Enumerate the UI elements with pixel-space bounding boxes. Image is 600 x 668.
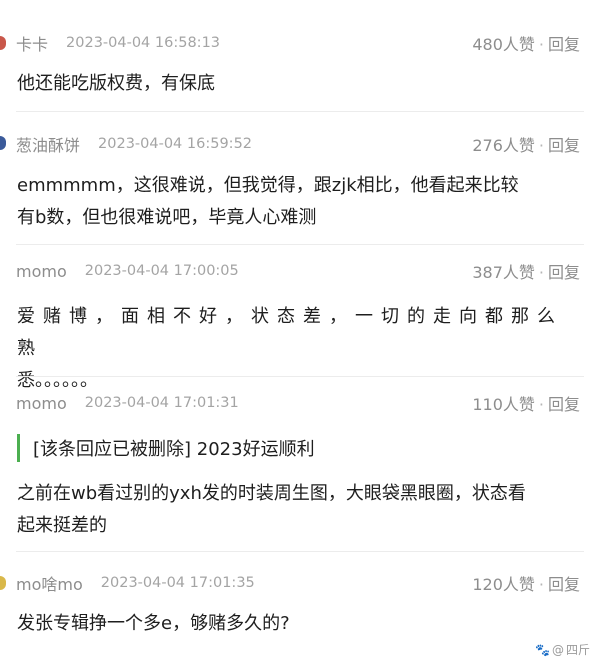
comment-line: 发张专辑挣一个多e，够赌多久的? (17, 613, 290, 634)
reply-button[interactable]: 回复 (548, 395, 580, 414)
comment-item: mo啥mo 2023-04-04 17:01:35 120人赞 · 回复 发张专辑挣… (0, 552, 600, 668)
comment-line: 之前在wb看过别的yxh发的时装周生图，大眼袋黑眼圈，状态看 (17, 483, 526, 504)
comment-timestamp: 2023-04-04 16:58:13 (66, 35, 221, 51)
comment-username[interactable]: 葱油酥饼 (16, 132, 80, 156)
comment-username[interactable]: momo (16, 262, 67, 281)
watermark-text: 四斤 (565, 643, 590, 657)
quote-bar (17, 434, 20, 462)
comment-text: emmmmm，这很难说，但我觉得，跟zjk相比，他看起来比较 有b数，但也很难说… (17, 170, 580, 234)
like-button[interactable]: 110人赞 (472, 395, 535, 414)
paw-icon: 🐾 (535, 642, 550, 657)
comment-line: 他还能吃版权费，有保底 (17, 73, 215, 94)
comment-line: 有b数，但也很难说吧，毕竟人心难测 (17, 207, 317, 228)
watermark: 🐾 @ 四斤 (535, 642, 590, 658)
comment-line: emmmmm，这很难说，但我觉得，跟zjk相比，他看起来比较 (17, 175, 519, 196)
comment-username[interactable]: mo啥mo (16, 571, 83, 595)
comment-item: momo 2023-04-04 17:01:31 110人赞 · 回复 [该条回应已… (0, 377, 600, 552)
comment-text: 发张专辑挣一个多e，够赌多久的? (17, 608, 580, 640)
reply-button[interactable]: 回复 (548, 575, 580, 594)
comment-timestamp: 2023-04-04 17:01:35 (100, 575, 255, 591)
reply-button[interactable]: 回复 (548, 35, 580, 54)
like-button[interactable]: 387人赞 (472, 263, 535, 282)
comment-item: 葱油酥饼 2023-04-04 16:59:52 276人赞 · 回复 emmmmm… (0, 112, 600, 245)
separator-dot: · (538, 35, 544, 54)
like-button[interactable]: 480人赞 (472, 35, 535, 54)
comment-line: 爱赌博，面相不好，状态差，一切的走向都那么熟 (17, 306, 563, 359)
reply-button[interactable]: 回复 (548, 136, 580, 155)
separator-dot: · (538, 263, 544, 282)
separator-dot: · (538, 395, 544, 414)
comment-text: 之前在wb看过别的yxh发的时装周生图，大眼袋黑眼圈，状态看 起来挺差的 (17, 478, 580, 542)
comment-timestamp: 2023-04-04 17:00:05 (84, 263, 239, 279)
comment-timestamp: 2023-04-04 17:01:31 (84, 395, 239, 411)
comment-timestamp: 2023-04-04 16:59:52 (98, 136, 253, 152)
comment-line: 起来挺差的 (17, 515, 107, 536)
avatar[interactable] (0, 36, 6, 50)
comment-username[interactable]: momo (16, 394, 67, 413)
quoted-reply[interactable]: [该条回应已被删除] 2023好运顺利 (17, 434, 580, 462)
reply-button[interactable]: 回复 (548, 263, 580, 282)
separator-dot: · (538, 575, 544, 594)
separator-dot: · (538, 136, 544, 155)
comment-item: 卡卡 2023-04-04 16:58:13 480人赞 · 回复 他还能吃版权费，… (0, 0, 600, 112)
like-button[interactable]: 276人赞 (472, 136, 535, 155)
like-button[interactable]: 120人赞 (472, 575, 535, 594)
avatar[interactable] (0, 136, 6, 150)
quoted-text: [该条回应已被删除] 2023好运顺利 (33, 439, 315, 460)
avatar[interactable] (0, 576, 6, 590)
comment-item: momo 2023-04-04 17:00:05 387人赞 · 回复 爱赌博，面相… (0, 245, 600, 391)
comment-text: 他还能吃版权费，有保底 (17, 68, 580, 100)
comment-username[interactable]: 卡卡 (16, 31, 48, 55)
